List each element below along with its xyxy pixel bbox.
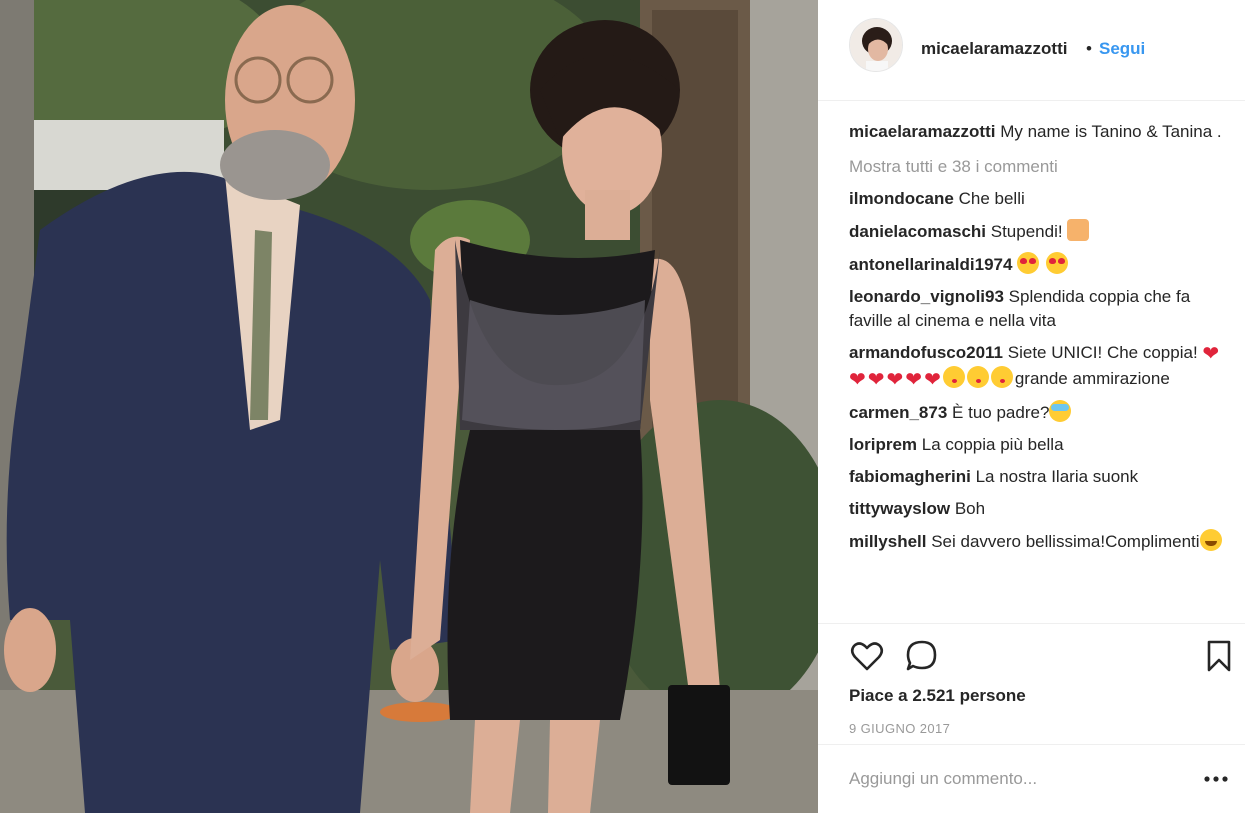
more-options-ellipsis-icon[interactable] bbox=[1201, 765, 1231, 793]
comment-item: millyshell Sei davvero bellissima!Compli… bbox=[849, 529, 1224, 554]
comment-text: Boh bbox=[954, 499, 986, 518]
comment-text: Sei davvero bellissima!Complimenti bbox=[931, 532, 1200, 551]
blush-face-emoji-icon bbox=[1199, 529, 1222, 551]
heart-eyes-emoji-icon bbox=[1045, 252, 1068, 274]
comment-item: antonellarinaldi1974 bbox=[849, 252, 1224, 277]
comment-text: La coppia più bella bbox=[921, 435, 1064, 454]
comment-text: La nostra Ilaria suonk bbox=[975, 467, 1139, 486]
heart-eyes-emoji-icon bbox=[1017, 252, 1040, 274]
view-all-comments-link[interactable]: Mostra tutti e 38 i commenti bbox=[849, 155, 1224, 179]
caption-text: My name is Tanino & Tanina . bbox=[1000, 122, 1222, 141]
comment-username[interactable]: antonellarinaldi1974 bbox=[849, 255, 1012, 274]
red-heart-emoji-icon: ❤ bbox=[1202, 343, 1220, 365]
comment-item: carmen_873 È tuo padre? bbox=[849, 400, 1224, 425]
comment-text-suffix: grande ammirazione bbox=[1014, 369, 1170, 388]
post-photo[interactable] bbox=[0, 0, 818, 813]
follow-button[interactable]: Segui bbox=[1099, 39, 1145, 59]
photo-illustration bbox=[0, 0, 818, 813]
like-heart-icon[interactable] bbox=[849, 638, 885, 674]
red-heart-emoji-icon: ❤ bbox=[867, 369, 885, 391]
author-username[interactable]: micaelaramazzotti bbox=[921, 39, 1067, 59]
kiss-face-emoji-icon bbox=[990, 366, 1013, 388]
comment-item: danielacomaschi Stupendi! bbox=[849, 219, 1224, 244]
instagram-post: micaelaramazzotti • Segui micaelaramazzo… bbox=[0, 0, 1245, 813]
heartbeat-emoji-icon: ❤ bbox=[886, 369, 904, 391]
comment-username[interactable]: leonardo_vignoli93 bbox=[849, 287, 1004, 306]
post-side-panel: micaelaramazzotti • Segui micaelaramazzo… bbox=[818, 0, 1245, 813]
heartbeat-emoji-icon: ❤ bbox=[924, 369, 941, 391]
add-comment-bar bbox=[818, 744, 1245, 813]
comment-username[interactable]: danielacomaschi bbox=[849, 222, 986, 241]
comment-item: loriprem La coppia più bella bbox=[849, 433, 1224, 457]
comment-username[interactable]: millyshell bbox=[849, 532, 926, 551]
avatar[interactable] bbox=[849, 18, 903, 72]
kiss-face-emoji-icon bbox=[966, 366, 989, 388]
comment-item: leonardo_vignoli93 Splendida coppia che … bbox=[849, 285, 1224, 333]
avatar-image bbox=[850, 19, 902, 71]
red-heart-emoji-icon: ❤ bbox=[849, 369, 866, 391]
comment-username[interactable]: tittywayslow bbox=[849, 499, 950, 518]
post-header: micaelaramazzotti • Segui bbox=[818, 0, 1245, 101]
comment-text: È tuo padre? bbox=[952, 403, 1050, 422]
comment-item: fabiomagherini La nostra Ilaria suonk bbox=[849, 465, 1224, 489]
comment-text: Stupendi! bbox=[990, 222, 1063, 241]
post-date: 9 GIUGNO 2017 bbox=[849, 721, 951, 736]
comment-item: tittywayslow Boh bbox=[849, 497, 1224, 521]
post-actions: Piace a 2.521 persone 9 GIUGNO 2017 bbox=[818, 623, 1245, 743]
couple-heart-emoji-icon bbox=[1067, 219, 1090, 241]
comment-bubble-icon[interactable] bbox=[904, 638, 940, 674]
comment-text: Siete UNICI! Che coppia! bbox=[1007, 343, 1198, 362]
comment-text: Che belli bbox=[958, 189, 1025, 208]
caption-username[interactable]: micaelaramazzotti bbox=[849, 122, 995, 141]
heartbeat-emoji-icon: ❤ bbox=[905, 369, 923, 391]
dizzy-face-emoji-icon bbox=[1049, 400, 1072, 422]
bookmark-icon[interactable] bbox=[1201, 638, 1237, 674]
comment-username[interactable]: armandofusco2011 bbox=[849, 343, 1003, 362]
comment-item: ilmondocane Che belli bbox=[849, 187, 1224, 211]
comment-username[interactable]: carmen_873 bbox=[849, 403, 947, 422]
comment-username[interactable]: ilmondocane bbox=[849, 189, 954, 208]
header-separator: • bbox=[1086, 39, 1092, 58]
likes-count[interactable]: Piace a 2.521 persone bbox=[849, 686, 1026, 706]
comments-list[interactable]: micaelaramazzotti My name is Tanino & Ta… bbox=[849, 120, 1224, 624]
kiss-face-emoji-icon bbox=[942, 366, 965, 388]
comment-item: armandofusco2011 Siete UNICI! Che coppia… bbox=[849, 341, 1224, 392]
comment-username[interactable]: fabiomagherini bbox=[849, 467, 971, 486]
comment-input[interactable] bbox=[849, 765, 1179, 793]
caption: micaelaramazzotti My name is Tanino & Ta… bbox=[849, 120, 1224, 144]
comment-username[interactable]: loriprem bbox=[849, 435, 917, 454]
